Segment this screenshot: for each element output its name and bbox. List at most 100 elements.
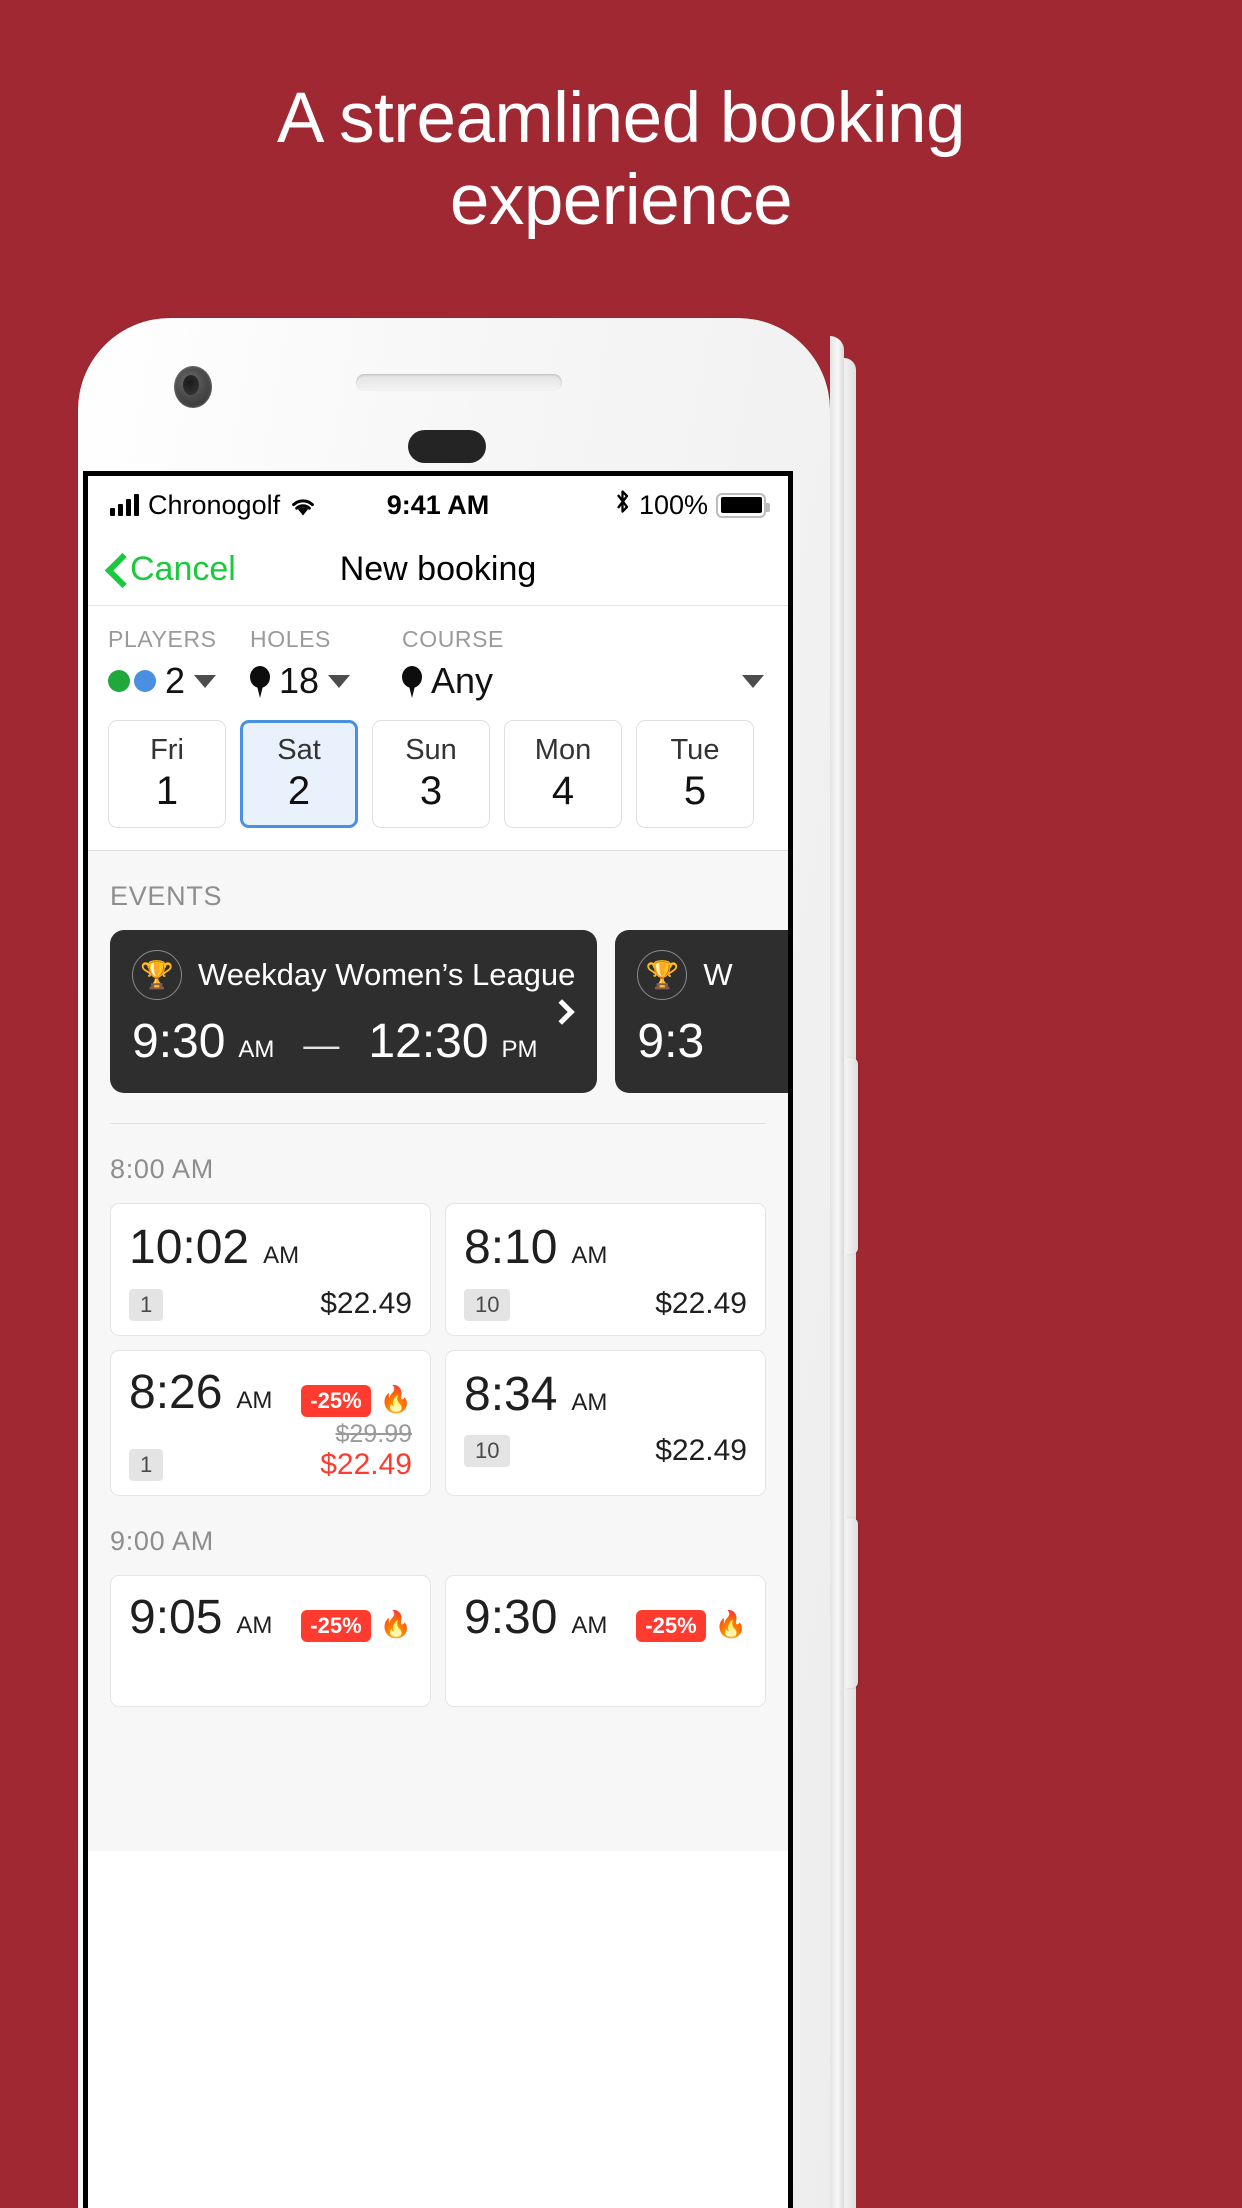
earpiece-speaker (356, 374, 562, 391)
golf-tee-icon (250, 665, 270, 698)
tee-time-slot[interactable]: 10:02 AM 1 $22.49 (110, 1203, 431, 1336)
slot-price: $22.49 (655, 1433, 747, 1467)
booking-content: EVENTS 🏆 Weekday Women’s League 9:30 AM … (88, 851, 788, 1851)
date-dow: Sun (405, 734, 457, 766)
date-dow: Fri (150, 734, 184, 766)
signal-bars-icon (110, 494, 139, 516)
tee-time-grid: 9:05 AM -25% 🔥 9:30 AM -25% 🔥 (88, 1575, 788, 1708)
filter-holes[interactable]: HOLES 18 (250, 626, 402, 702)
tee-time-group-label: 9:00 AM (110, 1526, 214, 1557)
date-cell-sun[interactable]: Sun 3 (372, 720, 490, 828)
trophy-icon: 🏆 (132, 950, 182, 1000)
date-day: 2 (287, 769, 311, 813)
slot-meridiem: AM (236, 1612, 273, 1640)
slot-capacity-badge: 1 (129, 1449, 164, 1482)
slot-meridiem: AM (236, 1386, 273, 1414)
device-right-edge-outer (844, 358, 856, 2208)
slot-capacity-badge: 10 (464, 1288, 511, 1321)
date-cell-tue[interactable]: Tue 5 (636, 720, 754, 828)
date-cell-mon[interactable]: Mon 4 (504, 720, 622, 828)
flame-icon: 🔥 (714, 1609, 747, 1640)
event-start-meridiem: AM (238, 1036, 275, 1063)
phone-screen: Chronogolf 9:41 AM 100% Cancel New booki… (83, 471, 793, 2208)
slot-discount-badge: -25% (301, 1384, 371, 1417)
wifi-icon (289, 494, 317, 516)
event-time-separator: — (303, 1024, 340, 1065)
event-end-meridiem: PM (501, 1036, 538, 1063)
chevron-down-icon[interactable] (742, 674, 764, 688)
event-start-time: 9:30 (132, 1015, 226, 1068)
date-day: 3 (419, 769, 443, 813)
date-day: 4 (551, 769, 575, 813)
filter-players-value: 2 (165, 660, 186, 701)
slot-discount-badge: -25% (301, 1610, 371, 1643)
filter-course-value: Any (431, 660, 494, 701)
tee-time-slot[interactable]: 9:30 AM -25% 🔥 (445, 1575, 766, 1708)
slot-meridiem: AM (571, 1612, 608, 1640)
volume-button[interactable] (846, 1518, 858, 1688)
chevron-left-icon (106, 555, 123, 585)
date-picker-strip[interactable]: Fri 1 Sat 2 Sun 3 Mon 4 Tue 5 (88, 706, 788, 851)
filter-course-label: COURSE (402, 626, 505, 652)
filter-course[interactable]: COURSE Any (402, 626, 768, 702)
marketing-headline: A streamlined booking experience (276, 79, 966, 241)
filter-players-label: PLAYERS (108, 626, 217, 652)
tee-time-slot[interactable]: 8:10 AM 10 $22.49 (445, 1203, 766, 1336)
power-button[interactable] (846, 1058, 858, 1254)
date-dow: Sat (277, 734, 321, 766)
cancel-button-label: Cancel (130, 550, 236, 588)
event-end-time: 12:30 (368, 1015, 489, 1068)
tee-time-grid: 10:02 AM 1 $22.49 8:10 AM 10 $22.49 8:26… (88, 1203, 788, 1497)
slot-meridiem: AM (263, 1242, 300, 1269)
filter-holes-label: HOLES (250, 626, 331, 652)
phone-device-frame: Chronogolf 9:41 AM 100% Cancel New booki… (78, 318, 858, 2208)
slot-old-price: $29.99 (335, 1419, 412, 1448)
filter-players[interactable]: PLAYERS 2 (108, 626, 250, 702)
tee-time-slot[interactable]: 8:34 AM 10 $22.49 (445, 1349, 766, 1497)
date-dow: Tue (670, 734, 720, 766)
date-cell-fri[interactable]: Fri 1 (108, 720, 226, 828)
battery-full-icon (716, 492, 770, 518)
filter-bar: PLAYERS 2 HOLES 18 COURSE Any (88, 606, 788, 706)
date-dow: Mon (534, 734, 592, 766)
battery-percent-label: 100% (638, 489, 708, 520)
slot-time: 9:30 (464, 1591, 558, 1645)
status-bar: Chronogolf 9:41 AM 100% (88, 476, 788, 534)
slot-capacity-badge: 10 (464, 1435, 511, 1468)
date-cell-sat-selected[interactable]: Sat 2 (240, 720, 358, 828)
chevron-down-icon[interactable] (194, 674, 217, 688)
event-card[interactable]: 🏆 Weekday Women’s League 9:30 AM — 12:30… (110, 930, 598, 1093)
status-time: 9:41 AM (386, 489, 490, 520)
slot-time: 9:05 (129, 1591, 223, 1645)
slot-price: $22.49 (655, 1287, 747, 1320)
events-carousel[interactable]: 🏆 Weekday Women’s League 9:30 AM — 12:30… (88, 930, 788, 1093)
carrier-label: Chronogolf (148, 489, 281, 520)
device-right-edge (830, 336, 844, 2208)
events-section-label: EVENTS (110, 881, 223, 911)
slot-time: 8:10 (464, 1221, 558, 1274)
navigation-bar: Cancel New booking (88, 534, 788, 606)
event-start-time: 9:3 (637, 1015, 705, 1068)
player-dots-icon (108, 670, 156, 692)
slot-capacity-badge: 1 (129, 1288, 164, 1321)
tee-time-slot[interactable]: 8:26 AM -25% 🔥 1 $29.99 $22.49 (110, 1349, 431, 1497)
slot-price: $22.49 (320, 1447, 412, 1481)
event-title: W (703, 957, 733, 992)
golf-tee-icon (402, 665, 422, 698)
filter-holes-value: 18 (279, 660, 320, 701)
front-camera-icon (174, 366, 212, 408)
slot-meridiem: AM (571, 1388, 608, 1416)
flame-icon: 🔥 (379, 1383, 412, 1414)
slot-time: 10:02 (129, 1221, 250, 1274)
tee-time-group-label: 8:00 AM (110, 1154, 214, 1184)
event-title: Weekday Women’s League (198, 957, 576, 992)
cancel-button[interactable]: Cancel (106, 550, 236, 589)
chevron-down-icon[interactable] (328, 674, 351, 688)
event-card[interactable]: 🏆 W 9:3 (615, 930, 788, 1093)
date-day: 5 (683, 769, 707, 813)
slot-meridiem: AM (571, 1242, 608, 1269)
bluetooth-icon (614, 488, 631, 522)
sensor-housing (408, 430, 486, 463)
tee-time-slot[interactable]: 9:05 AM -25% 🔥 (110, 1575, 431, 1708)
flame-icon: 🔥 (379, 1609, 412, 1640)
